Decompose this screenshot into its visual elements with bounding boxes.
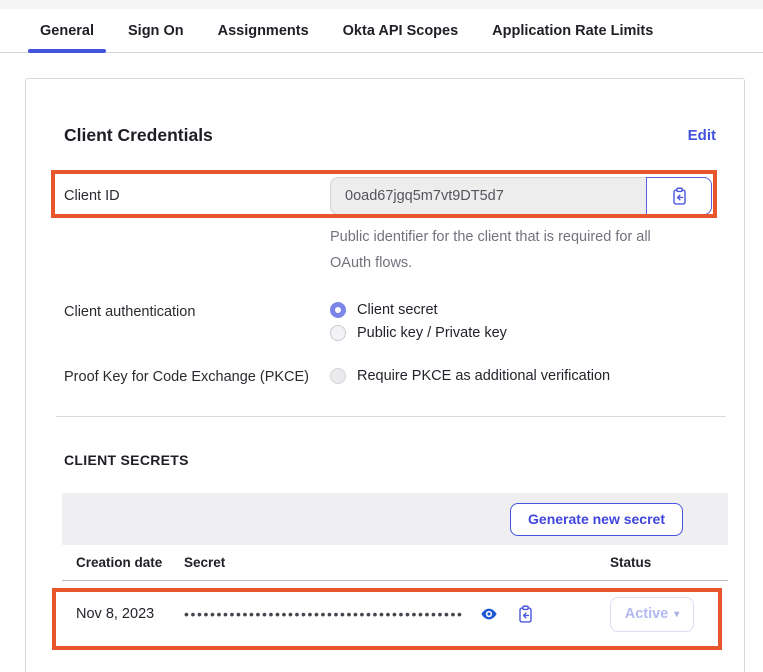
status-badge: Active [625,606,669,622]
radio-public-private-key-label: Public key / Private key [357,325,507,341]
client-secrets-table: Generate new secret Creation date Secret… [62,493,728,647]
section-title-client-secrets: CLIENT SECRETS [64,452,716,468]
app-tab-bar: General Sign On Assignments Okta API Sco… [0,9,763,53]
pkce-row: Proof Key for Code Exchange (PKCE) Requi… [64,368,716,385]
client-authentication-options: Client secret Public key / Private key [330,302,507,341]
chevron-down-icon: ▾ [674,609,679,620]
client-id-input[interactable] [330,177,647,215]
copy-secret-button[interactable] [514,603,537,626]
secret-table-row: Nov 8, 2023 ••••••••••••••••••••••••••••… [62,581,728,647]
column-header-creation-date: Creation date [62,555,184,570]
tab-application-rate-limits[interactable]: Application Rate Limits [480,9,665,52]
radio-client-secret-label: Client secret [357,302,438,318]
generate-new-secret-button[interactable]: Generate new secret [510,503,683,536]
tab-okta-api-scopes[interactable]: Okta API Scopes [331,9,471,52]
edit-button[interactable]: Edit [688,127,716,144]
checkbox-unchecked-icon[interactable] [330,368,346,384]
column-header-status: Status [610,555,728,570]
masked-secret-value: ••••••••••••••••••••••••••••••••••••••••… [184,607,464,621]
client-id-help-text: Public identifier for the client that is… [330,224,682,276]
client-id-label: Client ID [64,177,330,204]
eye-icon [480,605,498,623]
tab-general[interactable]: General [28,9,106,52]
radio-public-private-key[interactable]: Public key / Private key [330,325,507,341]
secrets-table-header: Creation date Secret Status [62,545,728,581]
general-settings-card: Client Credentials Edit Client ID [25,78,745,672]
secret-status-cell: Active ▾ [610,597,728,632]
clipboard-copy-icon [516,605,535,624]
copy-client-id-button[interactable] [646,177,712,215]
radio-selected-icon[interactable] [330,302,346,318]
radio-client-secret[interactable]: Client secret [330,302,507,318]
status-dropdown-button[interactable]: Active ▾ [610,597,694,632]
column-header-secret: Secret [184,555,610,570]
clipboard-copy-icon [670,187,689,206]
section-divider [56,416,726,417]
tab-assignments[interactable]: Assignments [206,9,321,52]
pkce-option-label: Require PKCE as additional verification [357,368,610,384]
tab-sign-on[interactable]: Sign On [116,9,196,52]
window-top-strip [0,0,763,9]
radio-unselected-icon[interactable] [330,325,346,341]
pkce-checkbox-option[interactable]: Require PKCE as additional verification [330,368,610,384]
secret-creation-date: Nov 8, 2023 [62,606,184,622]
client-authentication-label: Client authentication [64,302,330,320]
client-authentication-row: Client authentication Client secret Publ… [64,302,716,341]
client-credentials-header: Client Credentials Edit [64,125,716,146]
client-id-row: Client ID [64,177,716,215]
secret-cell: ••••••••••••••••••••••••••••••••••••••••… [184,603,610,626]
reveal-secret-button[interactable] [478,603,500,625]
client-id-input-group [330,177,712,215]
pkce-label: Proof Key for Code Exchange (PKCE) [64,368,330,385]
secrets-table-toolbar: Generate new secret [62,493,728,545]
section-title-client-credentials: Client Credentials [64,125,213,146]
